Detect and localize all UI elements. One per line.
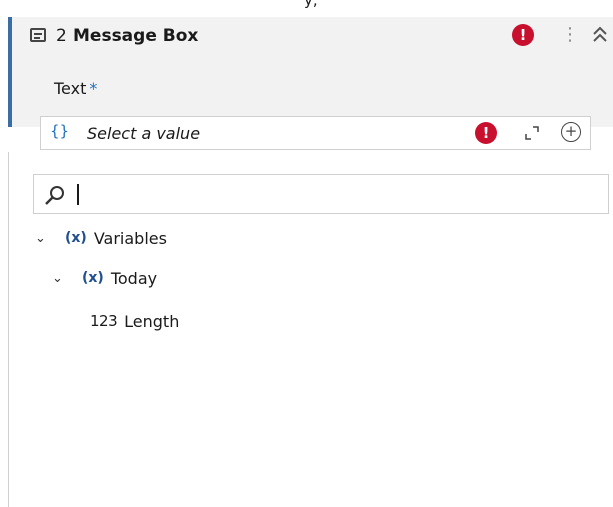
text-caret xyxy=(77,184,79,205)
variable-icon: (x) xyxy=(82,270,104,286)
search-box[interactable] xyxy=(33,174,609,214)
number-type-icon: 123 xyxy=(90,312,118,330)
top-strip: y, xyxy=(0,0,613,18)
tree-item-today[interactable]: ⌄ (x) Today xyxy=(52,265,157,291)
tree-item-length[interactable]: 123 Length xyxy=(90,308,179,334)
add-icon[interactable]: + xyxy=(561,122,581,142)
tree-item-label: Today xyxy=(110,268,158,288)
variable-icon: (x) xyxy=(65,230,87,246)
chevron-down-icon[interactable]: ⌄ xyxy=(35,231,49,246)
message-box-activity[interactable]: 2 Message Box ! ⋮ Text * xyxy=(8,17,613,127)
activity-header[interactable]: 2 Message Box ! ⋮ xyxy=(12,17,613,55)
error-icon[interactable]: ! xyxy=(475,122,497,144)
tree-item-label: Length xyxy=(124,311,180,331)
field-label-text: Text xyxy=(54,79,87,98)
message-box-icon xyxy=(30,28,46,42)
chevron-down-icon[interactable]: ⌄ xyxy=(52,271,66,286)
tree-item-variables[interactable]: ⌄ (x) Variables xyxy=(35,225,167,251)
more-options-icon[interactable]: ⋮ xyxy=(561,23,579,47)
required-marker: * xyxy=(89,79,98,98)
tree-item-label: Variables xyxy=(93,228,167,248)
search-icon xyxy=(45,186,64,205)
braces-icon[interactable]: {} xyxy=(50,122,69,140)
expand-icon[interactable] xyxy=(525,126,539,140)
variable-picker-dropdown: ⌄ (x) Variables ⌄ (x) Today 123 Length xyxy=(8,152,613,507)
text-value-input[interactable]: {} Select a value ! + xyxy=(40,116,591,150)
text-field-label: Text * xyxy=(54,79,97,98)
activity-number: 2 xyxy=(56,26,67,46)
error-icon[interactable]: ! xyxy=(512,24,534,46)
activity-title: Message Box xyxy=(73,26,199,46)
top-fragment-text: y, xyxy=(304,0,318,9)
collapse-icon[interactable] xyxy=(590,22,610,48)
value-placeholder: Select a value xyxy=(87,124,201,143)
search-input[interactable] xyxy=(74,181,598,209)
